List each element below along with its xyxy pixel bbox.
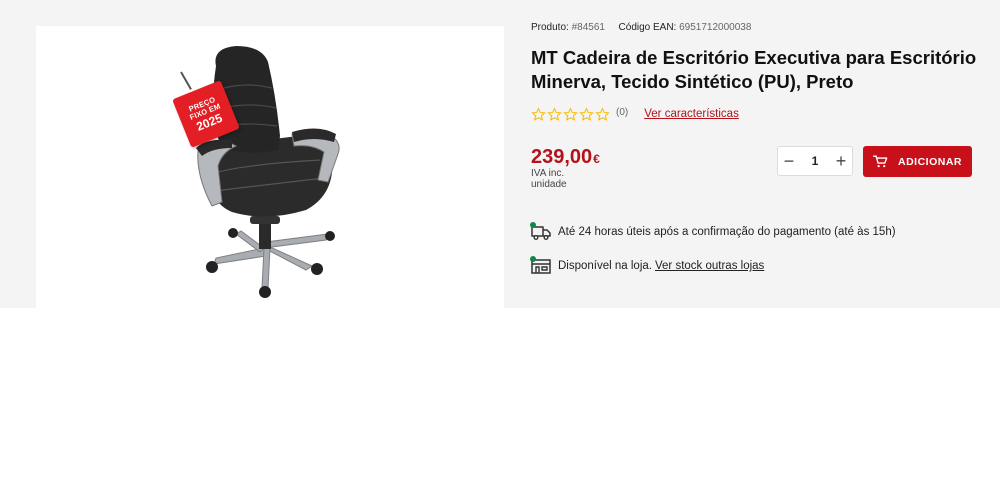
cart-icon bbox=[873, 155, 888, 168]
product-info: Produto: #84561 Código EAN: 695171200003… bbox=[531, 22, 981, 123]
view-features-link[interactable]: Ver características bbox=[644, 108, 739, 120]
price-fixed-tag: PREÇO FIXO EM 2025 bbox=[172, 71, 242, 148]
star-icon bbox=[579, 106, 594, 121]
rating-count: (0) bbox=[616, 107, 629, 118]
tag-string bbox=[180, 71, 192, 90]
product-id-value: #84561 bbox=[571, 22, 605, 33]
quantity-value[interactable]: 1 bbox=[812, 154, 819, 168]
product-image-chair bbox=[196, 46, 340, 298]
availability-dot bbox=[530, 222, 536, 228]
quantity-increase-button[interactable]: + bbox=[830, 147, 852, 175]
tag-label-box: PREÇO FIXO EM 2025 bbox=[172, 80, 240, 148]
price-notes: IVA inc. unidade bbox=[531, 168, 567, 190]
product-title-line-1: MT Cadeira de Escritório Executiva para … bbox=[531, 47, 977, 68]
product-title-line-2: Minerva, Tecido Sintético (PU), Preto bbox=[531, 71, 854, 92]
star-icon bbox=[547, 106, 562, 121]
star-icon bbox=[531, 106, 546, 121]
availability-dot bbox=[530, 256, 536, 262]
shipping-text: Até 24 horas úteis após a confirmação do… bbox=[558, 226, 896, 238]
star-icon bbox=[563, 106, 578, 121]
purchase-row: 239,00€ IVA inc. unidade − 1 + ADICIONAR bbox=[531, 145, 976, 193]
price-tax-note: IVA inc. bbox=[531, 168, 565, 179]
ean-label: Código EAN: bbox=[618, 22, 677, 33]
price: 239,00€ bbox=[531, 146, 600, 169]
add-to-cart-button[interactable]: ADICIONAR bbox=[863, 146, 972, 177]
rating: (0) Ver características bbox=[531, 105, 981, 123]
product-image-panel[interactable]: PREÇO FIXO EM 2025 bbox=[36, 26, 504, 308]
rating-stars[interactable] bbox=[531, 106, 610, 122]
product-title: MT Cadeira de Escritório Executiva para … bbox=[531, 46, 981, 94]
delivery-truck-icon bbox=[530, 222, 552, 242]
quantity-decrease-button[interactable]: − bbox=[778, 147, 800, 175]
store-icon bbox=[530, 256, 552, 276]
product-meta: Produto: #84561 Código EAN: 695171200003… bbox=[531, 22, 981, 38]
other-stores-stock-link[interactable]: Ver stock outras lojas bbox=[655, 260, 764, 272]
stock-text: Disponível na loja. bbox=[558, 260, 652, 272]
stock-info: Disponível na loja. Ver stock outras loj… bbox=[530, 256, 764, 276]
product-id-label: Produto: bbox=[531, 22, 569, 33]
ean-value: 6951712000038 bbox=[679, 22, 752, 33]
shipping-info: Até 24 horas úteis após a confirmação do… bbox=[530, 222, 896, 242]
add-to-cart-label: ADICIONAR bbox=[898, 155, 962, 168]
price-currency: € bbox=[593, 152, 600, 166]
price-unit: unidade bbox=[531, 179, 567, 190]
price-value: 239,00 bbox=[531, 146, 593, 168]
quantity-stepper[interactable]: − 1 + bbox=[777, 146, 853, 176]
star-icon bbox=[595, 106, 610, 121]
